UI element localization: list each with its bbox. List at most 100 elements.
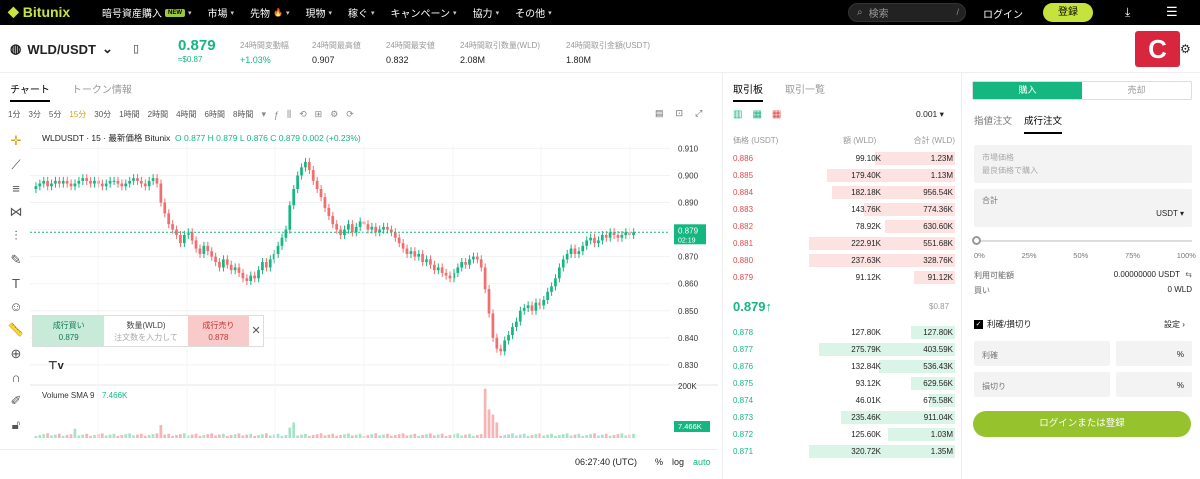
logo[interactable]: ◆ Bitunix <box>8 3 70 20</box>
timeframe-option[interactable]: 15分 <box>69 109 86 120</box>
nav-menu-item[interactable]: 現物 ▾ <box>306 5 333 20</box>
comment-icon[interactable]: ▤ <box>655 108 664 119</box>
crosshair-icon[interactable]: ✛ <box>11 133 22 149</box>
tab-token-info[interactable]: トークン情報 <box>72 81 132 102</box>
market-sell-button[interactable]: 成行売り 0.878 <box>187 316 250 346</box>
chevron-down-icon[interactable]: ▾ <box>261 109 266 120</box>
magnet-icon[interactable]: ∩ <box>11 370 20 385</box>
tab-orderbook[interactable]: 取引板 <box>733 81 763 102</box>
timeframe-option[interactable]: 2時間 <box>148 109 168 120</box>
ruler-icon[interactable]: 📏 <box>8 322 24 338</box>
nav-menu-item[interactable]: 先物 🔥 ▾ <box>250 5 289 20</box>
timeframe-option[interactable]: 1分 <box>8 109 20 120</box>
indicators-icon[interactable]: ⟲ <box>299 109 307 120</box>
promo-badge-icon[interactable]: C <box>1135 31 1180 67</box>
emoji-icon[interactable]: ☺ <box>9 299 22 314</box>
nav-menu-item[interactable]: キャンペーン ▾ <box>391 5 457 20</box>
orderbook-row[interactable]: 0.875 93.12K 629.56K <box>729 376 955 391</box>
settings-icon[interactable]: ⚙ <box>330 109 338 120</box>
timeframe-option[interactable]: 4時間 <box>176 109 196 120</box>
view-both-icon[interactable]: ▥ <box>733 109 742 120</box>
take-profit-input[interactable]: 利確 <box>974 341 1110 366</box>
login-or-register-button[interactable]: ログインまたは登録 <box>973 411 1191 437</box>
view-bids-icon[interactable]: ▦ <box>752 109 761 120</box>
orderbook-row[interactable]: 0.877 275.79K 403.59K <box>729 342 955 357</box>
auto-toggle[interactable]: auto <box>693 457 711 467</box>
stop-loss-input[interactable]: 損切り <box>974 372 1110 397</box>
sell-tab[interactable]: 売却 <box>1082 82 1191 99</box>
camera-icon[interactable]: ⊡ <box>676 108 684 119</box>
pattern-icon[interactable]: ⋈ <box>10 204 23 220</box>
price-chart[interactable]: 0.9100.9000.8900.8800.8700.8600.8500.840… <box>30 143 718 439</box>
orderbook-row[interactable]: 0.882 78.92K 630.60K <box>729 219 955 234</box>
orderbook-row[interactable]: 0.879 91.12K 91.12K <box>729 270 955 285</box>
orderbook-row[interactable]: 0.886 99.10K 1.23M <box>729 151 955 166</box>
amount-slider[interactable] <box>974 240 1192 242</box>
orderbook-row[interactable]: 0.873 235.46K 911.04K <box>729 410 955 425</box>
nav-menu-item[interactable]: 暗号資産購入 NEW ▾ <box>102 5 192 20</box>
bar-type-icon[interactable]: ⫼ <box>287 109 291 120</box>
fib-icon[interactable]: ⫶ <box>14 228 17 244</box>
download-icon[interactable]: ⤓ <box>1125 5 1130 20</box>
timeframe-option[interactable]: 6時間 <box>205 109 225 120</box>
timeframe-option[interactable]: 1時間 <box>119 109 139 120</box>
orderbook-row[interactable]: 0.874 46.01K 675.58K <box>729 393 955 408</box>
orderbook-row[interactable]: 0.880 237.63K 328.76K <box>729 253 955 268</box>
orderbook-price: 0.877 <box>733 345 754 354</box>
login-link[interactable]: ログイン <box>983 6 1023 21</box>
timeframe-option[interactable]: 8時間 <box>233 109 253 120</box>
text-icon[interactable]: T <box>12 276 20 291</box>
orderbook-row[interactable]: 0.883 143.76K 774.36K <box>729 202 955 217</box>
unit-select[interactable]: USDT ▾ <box>1156 209 1184 218</box>
view-asks-icon[interactable]: ▦ <box>772 109 781 120</box>
nav-menu-item[interactable]: 稼ぐ ▾ <box>348 5 375 20</box>
horizontal-lines-icon[interactable]: ≡ <box>12 181 20 196</box>
slider-handle[interactable] <box>972 236 981 245</box>
buy-tab[interactable]: 購入 <box>973 82 1082 99</box>
volume-bar <box>366 435 370 438</box>
nav-menu-item[interactable]: 協力 ▾ <box>473 5 500 20</box>
trend-line-icon[interactable]: ⟋ <box>11 157 20 173</box>
register-button[interactable]: 登録 <box>1043 3 1093 22</box>
precision-select[interactable]: 0.001 ▾ <box>916 109 944 120</box>
orderbook-row[interactable]: 0.876 132.84K 536.43K <box>729 359 955 374</box>
log-toggle[interactable]: log <box>672 457 684 467</box>
orderbook-row[interactable]: 0.878 127.80K 127.80K <box>729 325 955 340</box>
close-icon[interactable]: ✕ <box>249 316 263 346</box>
swap-icon[interactable]: ⇆ <box>1185 270 1192 279</box>
orderbook-row[interactable]: 0.871 320.72K 1.35M <box>729 444 955 459</box>
lock-drawing-icon[interactable]: ✐ <box>11 393 22 409</box>
templates-icon[interactable]: ⊞ <box>315 109 323 120</box>
timeframe-option[interactable]: 3分 <box>28 109 40 120</box>
pair-selector[interactable]: ◍ WLD/USDT ⌄ <box>10 41 113 57</box>
market-buy-button[interactable]: 成行買い 0.879 <box>33 316 105 346</box>
percent-toggle[interactable]: % <box>655 457 663 467</box>
nav-menu-item[interactable]: 市場 ▾ <box>208 5 235 20</box>
document-icon[interactable]: ▯ <box>133 42 139 55</box>
nav-menu-item[interactable]: その他 ▾ <box>515 5 552 20</box>
total-input[interactable]: 合計 USDT ▾ <box>974 189 1192 227</box>
orderbook-row[interactable]: 0.881 222.91K 551.68K <box>729 236 955 251</box>
gear-icon[interactable]: ⚙ <box>1180 42 1191 56</box>
tpsl-settings-link[interactable]: 設定 › <box>1164 319 1185 330</box>
fullscreen-icon[interactable]: ⤢ <box>695 108 702 119</box>
tab-chart[interactable]: チャート <box>10 81 50 102</box>
replay-icon[interactable]: ⟳ <box>346 109 354 120</box>
lock-icon[interactable]: 🔓︎ <box>12 417 20 433</box>
tab-market-order[interactable]: 成行注文 <box>1024 113 1063 134</box>
indicator-icon[interactable]: ƒ <box>274 110 279 120</box>
legend-change: 0.002 (+0.23%) <box>302 133 361 143</box>
search-box[interactable]: ⌕ 検索 / <box>848 3 966 22</box>
brush-icon[interactable]: ✎ <box>11 252 22 268</box>
zoom-icon[interactable]: ⊕ <box>11 346 22 362</box>
tpsl-checkbox[interactable]: ✓ 利確/損切り <box>974 318 1032 330</box>
orderbook-row[interactable]: 0.884 182.18K 956.54K <box>729 185 955 200</box>
quantity-input[interactable]: 数量(WLD) 注文数を入力して <box>104 316 187 346</box>
orderbook-row[interactable]: 0.885 179.40K 1.13M <box>729 168 955 183</box>
orderbook-row[interactable]: 0.872 125.60K 1.03M <box>729 427 955 442</box>
timeframe-option[interactable]: 30分 <box>94 109 111 120</box>
tab-trades[interactable]: 取引一覧 <box>785 81 825 102</box>
timeframe-option[interactable]: 5分 <box>49 109 61 120</box>
tab-limit-order[interactable]: 指値注文 <box>974 113 1012 134</box>
menu-icon[interactable]: ☰ <box>1166 4 1178 20</box>
